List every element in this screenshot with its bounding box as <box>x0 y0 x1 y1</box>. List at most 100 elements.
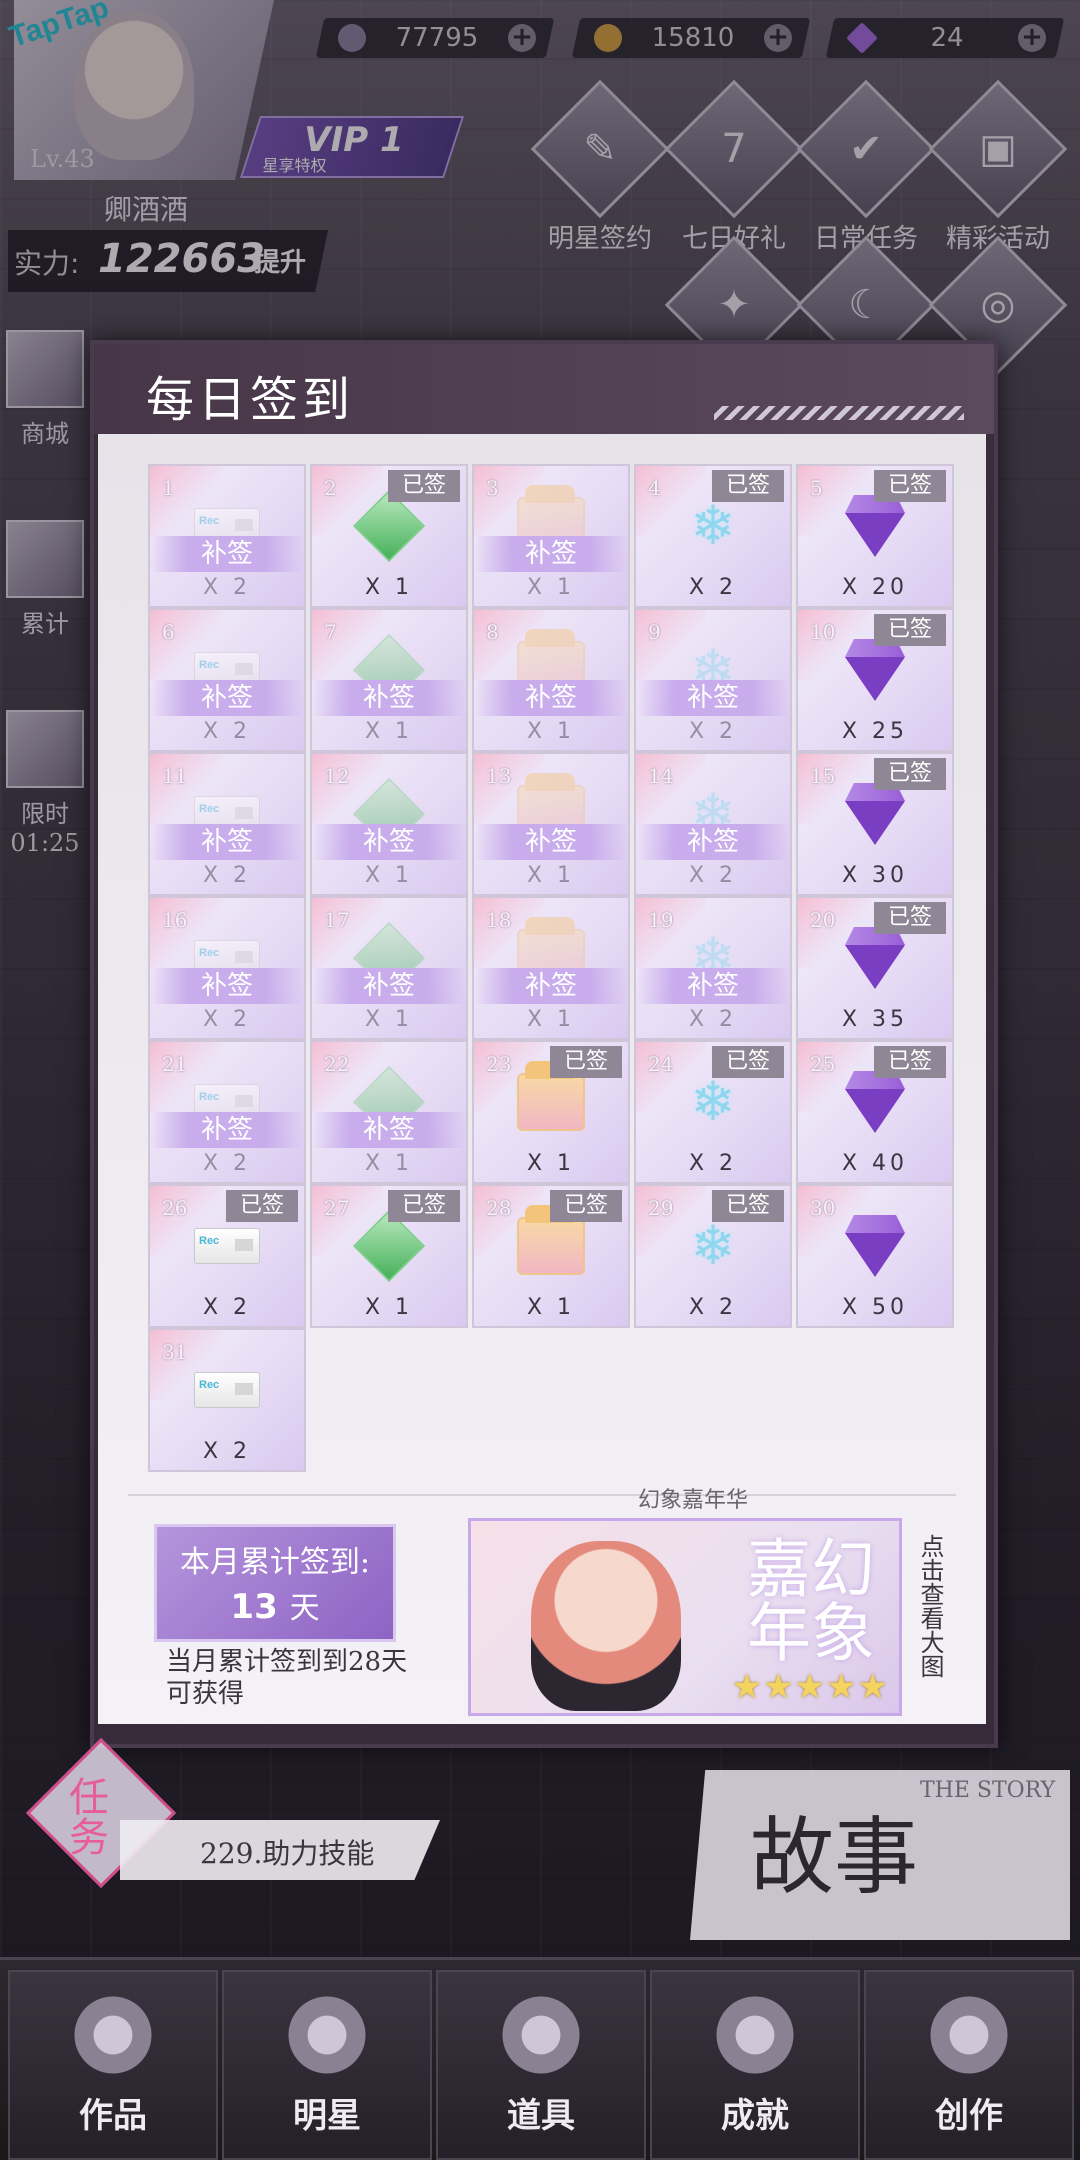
day-number: 7 <box>324 620 337 644</box>
checkin-day-cell[interactable]: 15 X 30 已签 <box>796 752 954 896</box>
checkin-day-cell[interactable]: 6 X 2 补签 <box>148 608 306 752</box>
checkin-day-cell[interactable]: 21 X 2 补签 <box>148 1040 306 1184</box>
makeup-checkin-button[interactable]: 补签 <box>150 1112 304 1148</box>
reward-quantity: X 2 <box>202 1007 252 1032</box>
makeup-checkin-button[interactable]: 补签 <box>150 536 304 572</box>
makeup-checkin-button[interactable]: 补签 <box>474 824 628 860</box>
reward-quantity: X 2 <box>688 575 738 600</box>
makeup-checkin-button[interactable]: 补签 <box>474 968 628 1004</box>
checkin-day-cell[interactable]: 8 X 1 补签 <box>472 608 630 752</box>
diamond-icon <box>845 495 905 557</box>
makeup-checkin-button[interactable]: 补签 <box>636 824 790 860</box>
makeup-checkin-button[interactable]: 补签 <box>474 680 628 716</box>
reward-quantity: X 2 <box>688 863 738 888</box>
checkin-day-cell[interactable]: 7 X 1 补签 <box>310 608 468 752</box>
reward-quantity: X 2 <box>688 1151 738 1176</box>
reward-quantity: X 2 <box>688 1295 738 1320</box>
makeup-checkin-button[interactable]: 补签 <box>150 824 304 860</box>
nav-label: 明星 <box>293 2096 361 2136</box>
checkin-day-cell[interactable]: 25 X 40 已签 <box>796 1040 954 1184</box>
day-number: 6 <box>162 620 175 644</box>
signed-badge: 已签 <box>226 1190 298 1222</box>
signed-badge: 已签 <box>712 470 784 502</box>
checkin-day-cell[interactable]: 5 X 20 已签 <box>796 464 954 608</box>
makeup-checkin-button[interactable]: 补签 <box>636 680 790 716</box>
day-number: 4 <box>648 476 661 500</box>
nav-items-tab[interactable]: 道具 <box>436 1970 646 2160</box>
nav-works-tab[interactable]: 作品 <box>8 1970 218 2160</box>
checkin-day-cell[interactable]: 4 ❄ X 2 已签 <box>634 464 792 608</box>
checkin-day-cell[interactable]: 20 X 35 已签 <box>796 896 954 1040</box>
diamond-icon <box>845 639 905 701</box>
day-number: 14 <box>648 764 674 788</box>
reward-quantity: X 2 <box>202 863 252 888</box>
checkin-day-cell[interactable]: 23 X 1 已签 <box>472 1040 630 1184</box>
checkin-day-cell[interactable]: 27 X 1 已签 <box>310 1184 468 1328</box>
signed-badge: 已签 <box>388 470 460 502</box>
reward-quantity: X 1 <box>364 1151 414 1176</box>
checkin-day-cell[interactable]: 29 ❄ X 2 已签 <box>634 1184 792 1328</box>
makeup-checkin-button[interactable]: 补签 <box>312 1112 466 1148</box>
checkin-day-cell[interactable]: 24 ❄ X 2 已签 <box>634 1040 792 1184</box>
reward-quantity: X 2 <box>202 1439 252 1464</box>
modal-title: 每日签到 <box>146 372 355 428</box>
day-number: 21 <box>162 1052 188 1076</box>
checkin-day-cell[interactable]: 22 X 1 补签 <box>310 1040 468 1184</box>
task-banner[interactable]: 任务 229.助力技能 <box>26 1738 440 1888</box>
view-large-image-link[interactable]: 点击查看大图 <box>914 1534 944 1678</box>
gift-box-icon <box>517 1205 585 1275</box>
checkin-day-cell[interactable]: 10 X 25 已签 <box>796 608 954 752</box>
checkin-day-cell[interactable]: 12 X 1 补签 <box>310 752 468 896</box>
signed-badge: 已签 <box>874 902 946 934</box>
green-cube-icon <box>352 489 426 563</box>
checkin-day-cell[interactable]: 18 X 1 补签 <box>472 896 630 1040</box>
snowflake-icon: ❄ <box>690 1075 735 1129</box>
makeup-checkin-button[interactable]: 补签 <box>636 968 790 1004</box>
checkin-day-cell[interactable]: 31 X 2 <box>148 1328 306 1472</box>
reward-card-image[interactable]: 幻象嘉年 ★★★★★ <box>468 1518 902 1716</box>
makeup-checkin-button[interactable]: 补签 <box>150 680 304 716</box>
snowflake-icon: ❄ <box>690 1219 735 1273</box>
nav-label: 成就 <box>721 2096 789 2136</box>
checkin-day-cell[interactable]: 16 X 2 补签 <box>148 896 306 1040</box>
makeup-checkin-button[interactable]: 补签 <box>312 680 466 716</box>
checkin-day-cell[interactable]: 9 ❄ X 2 补签 <box>634 608 792 752</box>
story-button[interactable]: 故事 THE STORY <box>690 1770 1070 1940</box>
checkin-day-cell[interactable]: 19 ❄ X 2 补签 <box>634 896 792 1040</box>
task-text: 229.助力技能 <box>200 1837 375 1870</box>
checkin-day-cell[interactable]: 3 X 1 补签 <box>472 464 630 608</box>
day-number: 30 <box>810 1196 836 1220</box>
checkin-day-cell[interactable]: 1 X 2 补签 <box>148 464 306 608</box>
story-title: 故事 <box>750 1808 919 1906</box>
reward-quantity: X 2 <box>202 1151 252 1176</box>
signed-badge: 已签 <box>550 1190 622 1222</box>
checkin-day-cell[interactable]: 17 X 1 补签 <box>310 896 468 1040</box>
day-number: 12 <box>324 764 350 788</box>
reward-quantity: X 2 <box>202 719 252 744</box>
makeup-checkin-button[interactable]: 补签 <box>312 824 466 860</box>
checkin-day-cell[interactable]: 11 X 2 补签 <box>148 752 306 896</box>
nav-label: 创作 <box>935 2096 1003 2136</box>
checkin-day-cell[interactable]: 28 X 1 已签 <box>472 1184 630 1328</box>
nav-star-tab[interactable]: 明星 <box>222 1970 432 2160</box>
signed-badge: 已签 <box>712 1046 784 1078</box>
makeup-checkin-button[interactable]: 补签 <box>474 536 628 572</box>
film-icon <box>68 1990 158 2080</box>
nav-create-tab[interactable]: 创作 <box>864 1970 1074 2160</box>
day-number: 19 <box>648 908 674 932</box>
checkin-day-cell[interactable]: 2 X 1 已签 <box>310 464 468 608</box>
checkin-day-cell[interactable]: 13 X 1 补签 <box>472 752 630 896</box>
signed-badge: 已签 <box>874 758 946 790</box>
reward-quantity: X 1 <box>364 1007 414 1032</box>
makeup-checkin-button[interactable]: 补签 <box>312 968 466 1004</box>
checkin-day-cell[interactable]: 14 ❄ X 2 补签 <box>634 752 792 896</box>
bottom-nav: 作品 明星 道具 成就 创作 <box>0 1957 1080 2160</box>
makeup-checkin-button[interactable]: 补签 <box>150 968 304 1004</box>
checkin-day-cell[interactable]: 26 X 2 已签 <box>148 1184 306 1328</box>
diamond-icon <box>845 783 905 845</box>
item-graphic <box>194 1228 260 1264</box>
nav-achievement-tab[interactable]: 成就 <box>650 1970 860 2160</box>
nav-label: 道具 <box>507 2096 575 2136</box>
reward-quantity: X 1 <box>526 1151 576 1176</box>
checkin-day-cell[interactable]: 30 X 50 <box>796 1184 954 1328</box>
